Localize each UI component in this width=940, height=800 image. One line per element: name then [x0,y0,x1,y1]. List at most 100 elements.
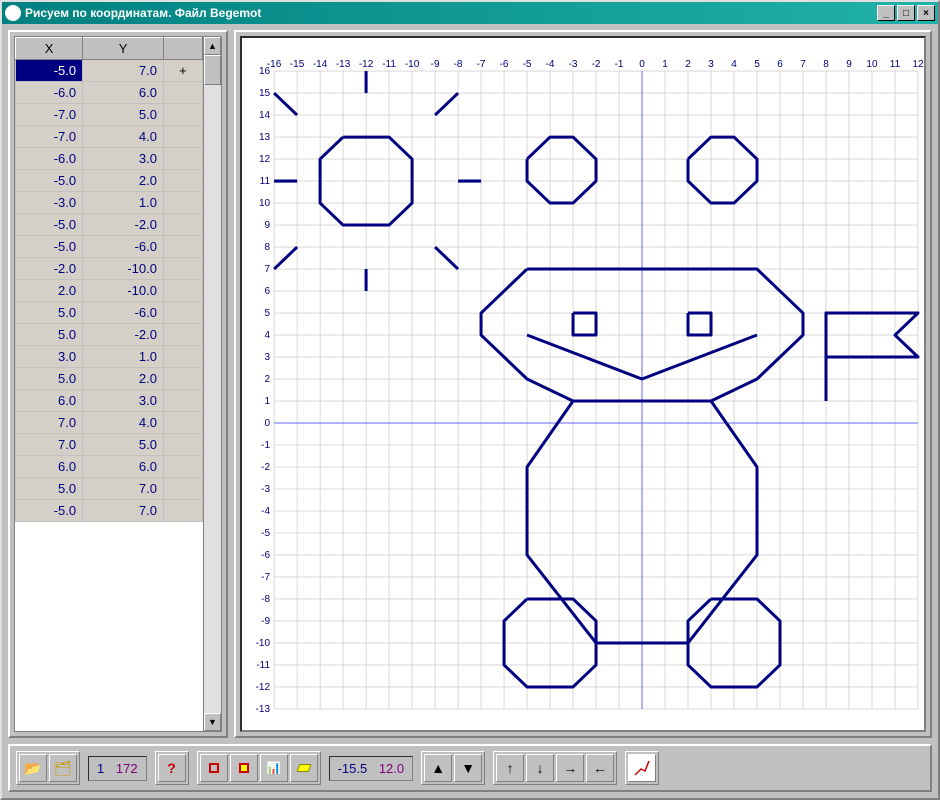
maximize-button[interactable]: □ [897,5,915,21]
cell-x[interactable]: 5.0 [16,324,83,346]
record-button[interactable] [230,754,258,782]
table-row[interactable]: 6.06.0 [16,456,203,478]
scroll-thumb[interactable] [204,55,221,85]
table-scrollbar[interactable]: ▲ ▼ [203,37,221,731]
cell-x[interactable]: -5.0 [16,214,83,236]
cell-y[interactable]: 1.0 [83,346,164,368]
table-row[interactable]: -3.01.0 [16,192,203,214]
cell-mark[interactable] [163,126,202,148]
cell-mark[interactable] [163,456,202,478]
minimize-button[interactable]: _ [877,5,895,21]
arrow-left-button[interactable]: ← [586,754,614,782]
table-row[interactable]: 6.03.0 [16,390,203,412]
table-row[interactable]: 5.02.0 [16,368,203,390]
cell-mark[interactable] [163,500,202,522]
cell-x[interactable]: -3.0 [16,192,83,214]
cell-x[interactable]: 7.0 [16,434,83,456]
table-row[interactable]: 7.04.0 [16,412,203,434]
table-row[interactable]: -6.06.0 [16,82,203,104]
arrow-up-button[interactable]: ↑ [496,754,524,782]
col-y-header[interactable]: Y [83,38,164,60]
cell-x[interactable]: 5.0 [16,302,83,324]
table-row[interactable]: 2.0-10.0 [16,280,203,302]
cell-y[interactable]: 7.0 [83,478,164,500]
open-multi-button[interactable]: 🗂 [49,754,77,782]
cell-x[interactable]: 5.0 [16,478,83,500]
cell-mark[interactable] [163,236,202,258]
cell-y[interactable]: 5.0 [83,104,164,126]
table-row[interactable]: -5.0-6.0 [16,236,203,258]
chart-button[interactable]: 📊 [260,754,288,782]
table-row[interactable]: -6.03.0 [16,148,203,170]
cell-mark[interactable] [163,346,202,368]
open-button[interactable]: 📂 [19,754,47,782]
cell-mark[interactable] [163,390,202,412]
cell-y[interactable]: -10.0 [83,258,164,280]
cell-y[interactable]: 2.0 [83,368,164,390]
table-row[interactable]: 3.01.0 [16,346,203,368]
cell-y[interactable]: 6.0 [83,82,164,104]
table-row[interactable]: 5.0-2.0 [16,324,203,346]
cell-mark[interactable] [163,280,202,302]
cell-x[interactable]: -5.0 [16,236,83,258]
cell-y[interactable]: 7.0 [83,60,164,82]
table-row[interactable]: -7.05.0 [16,104,203,126]
step-down-button[interactable]: ▼ [454,754,482,782]
cell-y[interactable]: -10.0 [83,280,164,302]
cell-y[interactable]: -6.0 [83,302,164,324]
col-x-header[interactable]: X [16,38,83,60]
cell-x[interactable]: -7.0 [16,104,83,126]
table-row[interactable]: -5.07.0 [16,500,203,522]
cell-x[interactable]: -5.0 [16,60,83,82]
table-row[interactable]: -5.07.0+ [16,60,203,82]
stop-button[interactable] [200,754,228,782]
table-row[interactable]: 5.07.0 [16,478,203,500]
cell-y[interactable]: 4.0 [83,126,164,148]
table-row[interactable]: -7.04.0 [16,126,203,148]
close-button[interactable]: × [917,5,935,21]
cell-x[interactable]: -2.0 [16,258,83,280]
cell-mark[interactable] [163,82,202,104]
cell-x[interactable]: -5.0 [16,500,83,522]
cell-x[interactable]: -5.0 [16,170,83,192]
cell-mark[interactable] [163,302,202,324]
cell-mark[interactable] [163,214,202,236]
cell-mark[interactable] [163,104,202,126]
step-up-button[interactable]: ▲ [424,754,452,782]
drawing-canvas[interactable]: -16-15-14-13-12-11-10-9-8-7-6-5-4-3-2-10… [240,36,926,732]
cell-y[interactable]: 1.0 [83,192,164,214]
cell-x[interactable]: -7.0 [16,126,83,148]
cell-y[interactable]: -6.0 [83,236,164,258]
cell-y[interactable]: 6.0 [83,456,164,478]
table-row[interactable]: -5.0-2.0 [16,214,203,236]
cell-y[interactable]: -2.0 [83,214,164,236]
cell-y[interactable]: 7.0 [83,500,164,522]
cell-x[interactable]: -6.0 [16,148,83,170]
arrow-right-button[interactable]: → [556,754,584,782]
table-row[interactable]: -2.0-10.0 [16,258,203,280]
cell-x[interactable]: 3.0 [16,346,83,368]
cell-mark[interactable] [163,148,202,170]
cell-x[interactable]: 5.0 [16,368,83,390]
cell-x[interactable]: 6.0 [16,456,83,478]
scroll-up-button[interactable]: ▲ [204,37,221,55]
cell-y[interactable]: -2.0 [83,324,164,346]
table-row[interactable]: 7.05.0 [16,434,203,456]
arrow-down-button[interactable]: ↓ [526,754,554,782]
table-row[interactable]: -5.02.0 [16,170,203,192]
cell-mark[interactable] [163,170,202,192]
col-mark-header[interactable] [163,38,202,60]
erase-button[interactable] [290,754,318,782]
cell-mark[interactable] [163,368,202,390]
plot-button[interactable] [628,754,656,782]
cell-mark[interactable] [163,412,202,434]
table-row[interactable]: 5.0-6.0 [16,302,203,324]
cell-mark[interactable]: + [163,60,202,82]
cell-mark[interactable] [163,434,202,456]
cell-y[interactable]: 2.0 [83,170,164,192]
help-button[interactable]: ? [158,754,186,782]
cell-x[interactable]: -6.0 [16,82,83,104]
cell-x[interactable]: 2.0 [16,280,83,302]
cell-y[interactable]: 3.0 [83,148,164,170]
cell-mark[interactable] [163,192,202,214]
